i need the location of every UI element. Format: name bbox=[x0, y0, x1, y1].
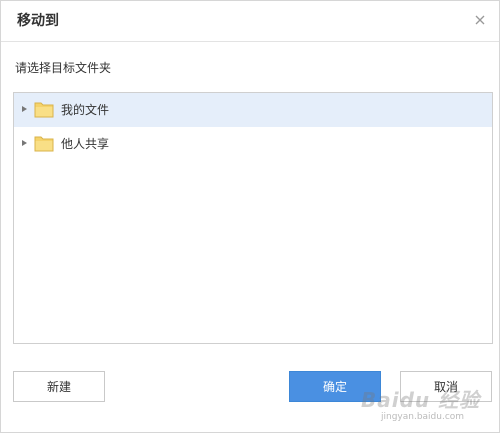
tree-item-label: 我的文件 bbox=[61, 103, 110, 117]
dialog-subtitle: 请选择目标文件夹 bbox=[15, 61, 112, 75]
tree-item-my-files[interactable]: 我的文件 bbox=[14, 93, 492, 127]
close-icon[interactable] bbox=[473, 13, 487, 27]
dialog-title: 移动到 bbox=[17, 13, 59, 29]
tree-item-label: 他人共享 bbox=[61, 137, 110, 151]
expand-caret-icon[interactable] bbox=[22, 140, 27, 146]
cancel-button[interactable]: 取消 bbox=[400, 371, 492, 402]
dialog-header: 移动到 bbox=[1, 1, 499, 42]
tree-item-shared[interactable]: 他人共享 bbox=[14, 127, 492, 161]
folder-icon bbox=[34, 102, 54, 118]
new-folder-button[interactable]: 新建 bbox=[13, 371, 105, 402]
confirm-button[interactable]: 确定 bbox=[289, 371, 381, 402]
folder-tree: 我的文件 他人共享 bbox=[13, 92, 493, 344]
expand-caret-icon[interactable] bbox=[22, 106, 27, 112]
watermark-url: jingyan.baidu.com bbox=[381, 412, 465, 422]
folder-icon bbox=[34, 136, 54, 152]
move-to-dialog: 移动到 请选择目标文件夹 我的文件 他人共享 新建 确定 取消 Baidu 经验… bbox=[0, 0, 500, 433]
